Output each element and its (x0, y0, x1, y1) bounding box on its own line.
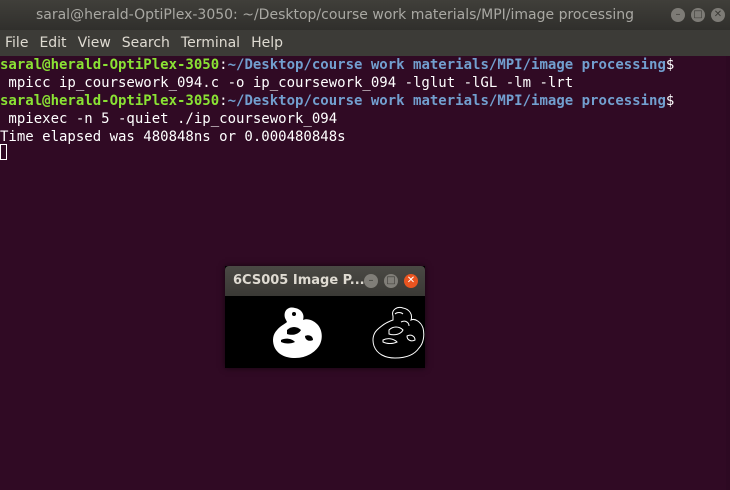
prompt-path: ~/Desktop/course work materials/MPI/imag… (227, 57, 666, 73)
prompt-path: ~/Desktop/course work materials/MPI/imag… (227, 93, 666, 109)
prompt-separator: : (219, 57, 228, 73)
menu-bar: File Edit View Search Terminal Help (0, 30, 730, 56)
menu-terminal[interactable]: Terminal (176, 30, 246, 56)
minimize-icon[interactable]: – (671, 8, 685, 22)
close-icon[interactable]: ✕ (711, 8, 725, 22)
maximize-icon[interactable]: □ (384, 274, 398, 288)
terminal-scrollbar[interactable] (726, 56, 730, 490)
image-canvas (225, 296, 425, 368)
maximize-icon[interactable]: □ (691, 8, 705, 22)
window-title: saral@herald-OptiPlex-3050: ~/Desktop/co… (35, 7, 635, 23)
prompt-suffix: $ (665, 93, 675, 109)
duck-filled-image (273, 307, 322, 358)
close-icon[interactable]: ✕ (404, 274, 418, 288)
popup-titlebar[interactable]: 6CS005 Image P... – □ ✕ (225, 266, 425, 296)
duck-edge-image (372, 307, 425, 359)
menu-file[interactable]: File (0, 30, 34, 56)
menu-view[interactable]: View (73, 30, 117, 56)
popup-title: 6CS005 Image P... (233, 273, 365, 288)
minimize-icon[interactable]: – (364, 274, 378, 288)
image-processing-window[interactable]: 6CS005 Image P... – □ ✕ (225, 266, 425, 368)
menu-help[interactable]: Help (246, 30, 289, 56)
prompt-line: saral@herald-OptiPlex-3050:~/Desktop/cou… (0, 56, 674, 74)
prompt-suffix: $ (665, 57, 675, 73)
prompt-user-host: saral@herald-OptiPlex-3050 (0, 93, 220, 109)
terminal-cursor (0, 144, 7, 160)
command-line: mpiexec -n 5 -quiet ./ip_coursework_094 (0, 111, 338, 127)
prompt-line: saral@herald-OptiPlex-3050:~/Desktop/cou… (0, 92, 674, 110)
menu-search[interactable]: Search (117, 30, 176, 56)
menu-edit[interactable]: Edit (34, 30, 72, 56)
terminal-titlebar[interactable]: saral@herald-OptiPlex-3050: ~/Desktop/co… (0, 0, 730, 30)
prompt-separator: : (219, 93, 228, 109)
command-line: mpicc ip_coursework_094.c -o ip_coursewo… (0, 75, 574, 91)
output-line: Time elapsed was 480848ns or 0.000480848… (0, 129, 346, 145)
prompt-user-host: saral@herald-OptiPlex-3050 (0, 57, 220, 73)
